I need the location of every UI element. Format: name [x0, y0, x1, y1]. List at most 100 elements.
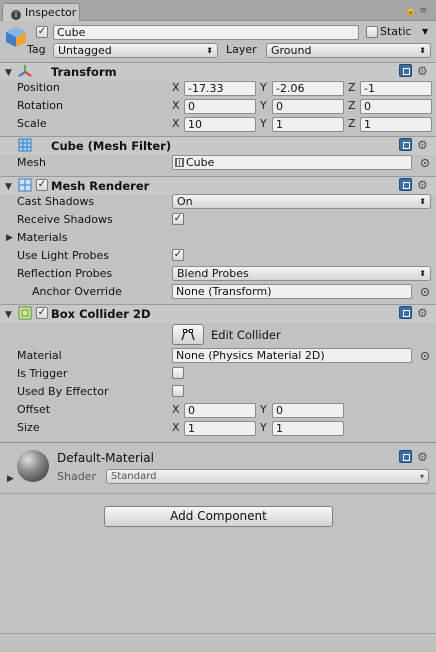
position-x-field[interactable]: -17.33: [184, 81, 256, 96]
size-x-field[interactable]: 1: [184, 421, 256, 436]
offset-x-axis[interactable]: X: [172, 403, 180, 417]
is-trigger-checkbox[interactable]: [172, 367, 184, 379]
mesh-renderer-title: Mesh Renderer: [51, 179, 150, 193]
component-settings-gear-icon[interactable]: ⚙: [417, 307, 428, 319]
material-name: Default-Material: [57, 451, 154, 465]
reflection-probes-dropdown[interactable]: Blend Probes ⬍: [172, 266, 431, 281]
rotation-y-axis[interactable]: Y: [260, 99, 267, 113]
scale-y-field[interactable]: 1: [272, 117, 344, 132]
box-collider-foldout-icon[interactable]: ▼: [5, 309, 12, 321]
window-tab-bar: i Inspector 🔒≡: [0, 0, 436, 21]
help-book-icon[interactable]: [399, 138, 412, 151]
tag-dropdown-value: Untagged: [58, 44, 112, 57]
mesh-field-value: Cube: [186, 156, 215, 169]
materials-label[interactable]: Materials: [17, 231, 67, 245]
scale-x-axis[interactable]: X: [172, 117, 180, 131]
scale-z-field[interactable]: 1: [360, 117, 432, 132]
offset-y-axis[interactable]: Y: [260, 403, 267, 417]
mesh-object-picker-icon[interactable]: [421, 159, 429, 167]
use-light-probes-label: Use Light Probes: [17, 249, 109, 262]
cast-shadows-value: On: [177, 195, 193, 208]
help-book-icon[interactable]: [399, 306, 412, 319]
reflection-probes-label: Reflection Probes: [17, 267, 113, 280]
material-settings-gear-icon[interactable]: ⚙: [417, 451, 428, 463]
scale-label: Scale: [17, 117, 47, 130]
transform-foldout-icon[interactable]: ▼: [5, 67, 12, 79]
position-label: Position: [17, 81, 60, 94]
position-y-field[interactable]: -2.06: [272, 81, 344, 96]
layer-label: Layer: [226, 43, 257, 56]
mesh-renderer-foldout-icon[interactable]: ▼: [5, 181, 12, 193]
mesh-field[interactable]: Cube: [172, 155, 412, 170]
tab-inspector[interactable]: i Inspector: [2, 3, 80, 21]
lock-icon[interactable]: 🔒: [405, 6, 419, 16]
mesh-renderer-enabled-checkbox[interactable]: ✓: [36, 179, 48, 191]
gameobject-icon: [5, 26, 27, 48]
help-book-icon[interactable]: [399, 450, 412, 463]
cast-shadows-dropdown[interactable]: On ⬍: [172, 194, 431, 209]
window-menu-icon[interactable]: ≡: [419, 6, 430, 16]
position-y-axis[interactable]: Y: [260, 81, 267, 95]
collider-material-picker-icon[interactable]: [421, 352, 429, 360]
component-settings-gear-icon[interactable]: ⚙: [417, 139, 428, 151]
gameobject-active-checkbox[interactable]: ✓: [36, 26, 48, 38]
offset-x-field[interactable]: 0: [184, 403, 256, 418]
collider-material-field[interactable]: None (Physics Material 2D): [172, 348, 412, 363]
anchor-override-picker-icon[interactable]: [421, 288, 429, 296]
mesh-filter-title: Cube (Mesh Filter): [51, 139, 172, 153]
anchor-override-label: Anchor Override: [32, 285, 122, 298]
static-label: Static: [380, 25, 412, 38]
use-light-probes-checkbox[interactable]: ✓: [172, 249, 184, 261]
size-x-axis[interactable]: X: [172, 421, 180, 435]
anchor-override-field[interactable]: None (Transform): [172, 284, 412, 299]
help-book-icon[interactable]: [399, 178, 412, 191]
help-book-icon[interactable]: [399, 64, 412, 77]
component-settings-gear-icon[interactable]: ⚙: [417, 65, 428, 77]
position-x-axis[interactable]: X: [172, 81, 180, 95]
rotation-x-field[interactable]: 0: [184, 99, 256, 114]
rotation-y-field[interactable]: 0: [272, 99, 344, 114]
scale-x-field[interactable]: 10: [184, 117, 256, 132]
add-component-button[interactable]: Add Component: [104, 506, 333, 527]
tag-dropdown[interactable]: Untagged ⬍: [53, 43, 218, 58]
info-icon: i: [11, 10, 21, 20]
scale-z-axis[interactable]: Z: [348, 117, 356, 131]
shader-dropdown[interactable]: Standard ▾: [106, 469, 429, 484]
static-checkbox[interactable]: [366, 26, 378, 38]
rotation-x-axis[interactable]: X: [172, 99, 180, 113]
materials-foldout-icon[interactable]: ▶: [6, 232, 13, 244]
used-by-effector-checkbox[interactable]: [172, 385, 184, 397]
size-y-field[interactable]: 1: [272, 421, 344, 436]
layer-dropdown[interactable]: Ground ⬍: [266, 43, 431, 58]
mesh-grid-icon: [175, 158, 184, 167]
rotation-z-field[interactable]: 0: [360, 99, 432, 114]
position-z-field[interactable]: -1: [360, 81, 432, 96]
reflection-probes-arrow-icon: ⬍: [419, 269, 426, 278]
layer-dropdown-arrow-icon: ⬍: [419, 46, 426, 55]
position-z-axis[interactable]: Z: [348, 81, 356, 95]
scale-y-axis[interactable]: Y: [260, 117, 267, 131]
receive-shadows-label: Receive Shadows: [17, 213, 113, 226]
box-collider-title: Box Collider 2D: [51, 307, 151, 321]
gameobject-name-field[interactable]: Cube: [53, 25, 359, 40]
is-trigger-label: Is Trigger: [17, 367, 68, 380]
rotation-label: Rotation: [17, 99, 64, 112]
mesh-label: Mesh: [17, 156, 46, 169]
static-dropdown-arrow-icon[interactable]: ▼: [422, 25, 428, 39]
component-settings-gear-icon[interactable]: ⚙: [417, 179, 428, 191]
size-label: Size: [17, 421, 40, 434]
box-collider-icon: [18, 306, 32, 320]
material-separator: [0, 442, 436, 443]
tag-dropdown-arrow-icon: ⬍: [206, 46, 213, 55]
offset-y-field[interactable]: 0: [272, 403, 344, 418]
edit-collider-button[interactable]: [172, 324, 204, 345]
offset-label: Offset: [17, 403, 51, 416]
material-foldout-icon[interactable]: ▶: [7, 473, 14, 485]
cast-shadows-label: Cast Shadows: [17, 195, 95, 208]
box-collider-enabled-checkbox[interactable]: ✓: [36, 307, 48, 319]
rotation-z-axis[interactable]: Z: [348, 99, 356, 113]
receive-shadows-checkbox[interactable]: ✓: [172, 213, 184, 225]
reflection-probes-value: Blend Probes: [177, 267, 249, 280]
transform-title: Transform: [51, 65, 117, 79]
size-y-axis[interactable]: Y: [260, 421, 267, 435]
